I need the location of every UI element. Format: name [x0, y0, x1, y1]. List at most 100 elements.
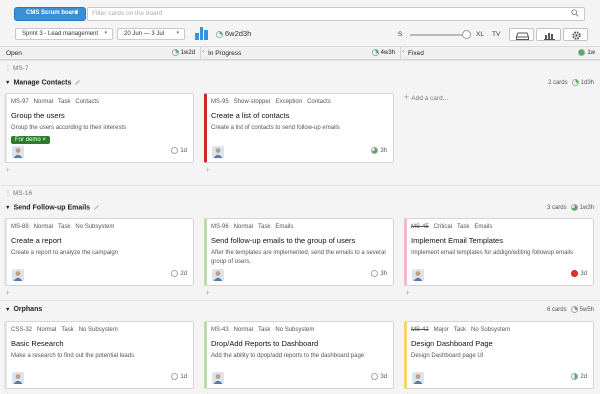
card-title[interactable]: Drop/Add Reports to Dashboard: [211, 339, 318, 348]
size-small-label[interactable]: S: [398, 31, 402, 38]
card-title[interactable]: Implement Email Templates: [411, 236, 503, 245]
chart-button[interactable]: [536, 28, 561, 41]
epic-card-count: 2 cards: [547, 80, 568, 87]
card-description: Design Dashboard page UI: [411, 353, 484, 359]
card-title[interactable]: Basic Research: [11, 339, 64, 348]
size-tv-label[interactable]: TV: [492, 31, 500, 38]
add-card-button[interactable]: + Add a card...: [404, 92, 448, 102]
avatar[interactable]: [212, 146, 224, 158]
avatar[interactable]: [212, 269, 224, 281]
progress-pie-icon: [578, 49, 586, 56]
task-card[interactable]: MS-43 Normal Task No Subsystem Drop/Add Repo…: [204, 321, 394, 389]
task-card[interactable]: MS-88 Normal Task No Subsystem Create a repo…: [4, 218, 194, 286]
column-duration-value: 1w: [587, 50, 595, 57]
card-estimate-value: 1d: [180, 374, 187, 380]
collapse-triangle-icon[interactable]: ▼: [5, 80, 10, 86]
add-card-plus-icon[interactable]: +: [405, 288, 410, 298]
task-card[interactable]: MS-96 Normal Task Emails Send follow-up emai…: [204, 218, 394, 286]
chevron-left-icon[interactable]: ‹: [202, 49, 204, 55]
collapse-triangle-icon[interactable]: ▼: [5, 205, 10, 211]
board-select-button[interactable]: CMS Scrum board ▼: [14, 7, 86, 21]
progress-pie-icon: [570, 204, 578, 211]
card-description: After the templates are implemented, sen…: [211, 250, 386, 265]
card-title[interactable]: Design Dashboard Page: [411, 339, 493, 348]
card-size-slider[interactable]: [410, 34, 466, 36]
scrum-board: CMS Scrum board ▼ Filter cards on the boa…: [0, 0, 600, 394]
card-id[interactable]: MS-88: [11, 224, 29, 230]
task-card[interactable]: MS-95 Show-stopper Exception Contacts Create…: [204, 93, 394, 163]
card-component: Contacts: [75, 99, 100, 105]
card-component: No Subsystem: [275, 327, 315, 333]
collapse-triangle-icon[interactable]: ▼: [5, 307, 10, 313]
column-duration-value: 4w3h: [380, 50, 395, 57]
card-id[interactable]: MS-96: [211, 224, 229, 230]
add-card-plus-icon[interactable]: +: [5, 288, 10, 298]
card-priority: Normal: [37, 327, 57, 333]
card-id[interactable]: MS-95: [211, 99, 229, 105]
epic-title[interactable]: ▼ Send Follow-up Emails: [5, 204, 100, 211]
search-input[interactable]: Filter cards on the board: [87, 7, 585, 21]
chevron-left-icon[interactable]: ‹: [402, 49, 404, 55]
epic-title[interactable]: ▼ Manage Contacts: [5, 79, 81, 86]
add-card-plus-icon[interactable]: +: [205, 288, 210, 298]
chevron-down-icon: ▾: [104, 30, 107, 36]
progress-pie-icon: [171, 146, 179, 154]
epic-id: ⋮ MS-16: [5, 190, 32, 197]
card-estimate-value: 1d: [180, 148, 187, 154]
card-id[interactable]: MS-97: [11, 99, 29, 105]
column-duration-value: 1w2d: [180, 50, 195, 57]
card-estimate-value: 3d: [580, 271, 587, 277]
progress-pie-icon: [571, 372, 579, 380]
card-description: Create a report to analyze the campaign: [11, 250, 119, 256]
task-card[interactable]: CSS-32 Normal Task No Subsystem Basic Resear…: [4, 321, 194, 389]
edit-pencil-icon[interactable]: [93, 204, 100, 211]
avatar[interactable]: [412, 269, 424, 281]
add-card-label: Add a card...: [411, 95, 449, 102]
inbox-button[interactable]: [509, 28, 534, 41]
task-card[interactable]: MS-42 Major Task No Subsystem Design Dashboa…: [404, 321, 594, 389]
epic-summary: 3 cards 1w3h: [547, 204, 594, 211]
chevron-down-icon: ▾: [176, 30, 179, 36]
card-priority: Normal: [233, 224, 254, 230]
card-id[interactable]: MS-45: [411, 224, 429, 230]
card-tag[interactable]: For demo ×: [11, 136, 50, 144]
burndown-chart-icon[interactable]: [195, 27, 208, 40]
avatar[interactable]: [412, 372, 424, 384]
epic-title[interactable]: ▼ Orphans: [5, 306, 42, 313]
epic-summary: 6 cards 5w5h: [547, 306, 594, 313]
card-title[interactable]: Send follow-up emails to the group of us…: [211, 236, 355, 245]
settings-button[interactable]: [563, 28, 588, 41]
card-meta: MS-88 Normal Task No Subsystem: [11, 224, 119, 230]
card-title[interactable]: Group the users: [11, 111, 65, 120]
drag-handle-icon[interactable]: ⋮: [5, 191, 11, 197]
task-card[interactable]: MS-45 Critical Task Emails Implement Email T…: [404, 218, 594, 286]
card-id[interactable]: CSS-32: [11, 327, 32, 333]
column-header: ‹ Fixed 1w: [400, 47, 600, 60]
card-id[interactable]: MS-42: [411, 327, 429, 333]
column-duration: 1w2d: [171, 49, 195, 57]
card-meta: MS-42 Major Task No Subsystem: [411, 327, 515, 333]
slider-handle[interactable]: [462, 30, 471, 39]
avatar[interactable]: [12, 372, 24, 384]
search-icon[interactable]: [571, 9, 579, 17]
avatar[interactable]: [12, 146, 24, 158]
add-card-plus-icon[interactable]: +: [5, 165, 10, 175]
drag-handle-icon[interactable]: ⋮: [5, 66, 11, 72]
gear-icon: [572, 31, 581, 40]
card-id[interactable]: MS-43: [211, 327, 229, 333]
epic-summary: 2 cards 1d3h: [548, 79, 594, 86]
avatar[interactable]: [212, 372, 224, 384]
add-card-plus-icon[interactable]: +: [205, 165, 210, 175]
sprint-select[interactable]: Sprint 3 - Lead management ▾: [15, 28, 113, 40]
card-priority: Normal: [33, 99, 54, 105]
progress-pie-icon: [216, 30, 223, 38]
card-title[interactable]: Create a list of contacts: [211, 111, 289, 120]
edit-pencil-icon[interactable]: [74, 79, 81, 86]
search-placeholder: Filter cards on the board: [92, 10, 163, 17]
avatar[interactable]: [12, 269, 24, 281]
card-title[interactable]: Create a report: [11, 236, 61, 245]
column-duration: 1w: [578, 49, 595, 56]
task-card[interactable]: MS-97 Normal Task Contacts Group the users Gr…: [4, 93, 194, 163]
date-range-select[interactable]: 20 Jun — 3 Jul ▾: [117, 28, 185, 40]
size-xl-label[interactable]: XL: [476, 31, 484, 38]
